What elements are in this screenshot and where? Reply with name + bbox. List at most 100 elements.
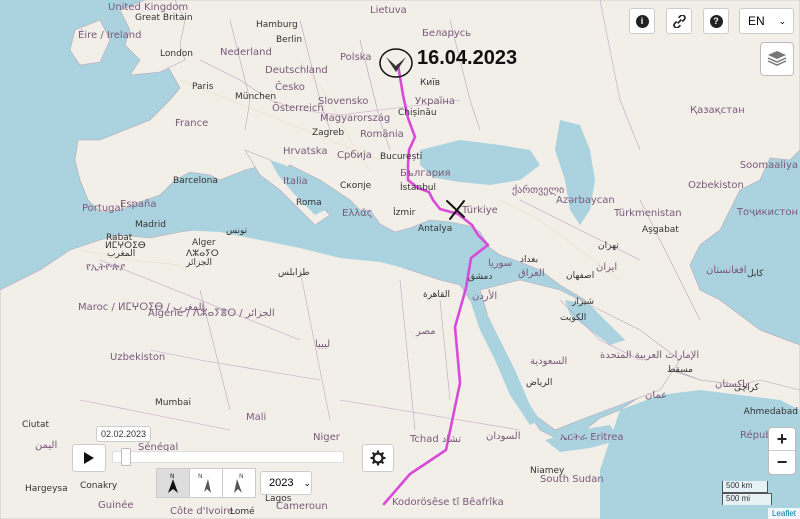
map-label: Cameroun bbox=[276, 501, 328, 512]
timeline-slider-handle[interactable] bbox=[121, 448, 132, 466]
layers-button[interactable] bbox=[760, 42, 794, 76]
question-icon: ? bbox=[709, 14, 723, 28]
map-label: Uzbekiston bbox=[110, 352, 166, 363]
play-button[interactable] bbox=[72, 444, 106, 472]
map-label: Беларусь bbox=[422, 28, 472, 39]
map-label: الأردن bbox=[472, 291, 498, 302]
map-label: Magyarország bbox=[320, 113, 391, 124]
map-label: Algérie / ⴷⵣⴰⵢⴻⵔ / الجزائر bbox=[148, 308, 275, 319]
help-button[interactable]: ? bbox=[703, 8, 729, 34]
info-button[interactable]: i bbox=[629, 8, 655, 34]
map-label: España bbox=[120, 199, 157, 210]
map-label: سوريا bbox=[488, 258, 513, 269]
map-label: London bbox=[160, 49, 193, 59]
map-label: Қазақстан bbox=[690, 105, 745, 116]
north-up-button[interactable]: N bbox=[156, 468, 190, 498]
map-label: Mali bbox=[246, 412, 267, 423]
map-label: Roma bbox=[296, 198, 322, 208]
map-label: اصفهان bbox=[566, 271, 595, 281]
map-label: Conakry bbox=[80, 481, 118, 491]
map-label: Chișinău bbox=[398, 108, 437, 118]
map-label: تهران bbox=[598, 241, 619, 251]
map-label: کابل bbox=[747, 269, 764, 279]
map-label: București bbox=[380, 152, 423, 162]
map-label: شيراز bbox=[572, 297, 595, 307]
map-label: بغداد bbox=[520, 255, 539, 265]
north-arrow-icon: N bbox=[168, 473, 178, 493]
map-label: Slovensko bbox=[318, 96, 369, 107]
map-label: Lietuva bbox=[370, 5, 407, 16]
map-label: България bbox=[400, 168, 451, 179]
map-label: Paris bbox=[192, 82, 214, 92]
map-label: Soomaaliya bbox=[739, 160, 798, 171]
map-label: Polska bbox=[340, 52, 372, 63]
track-arrow-icon: N bbox=[234, 473, 244, 493]
map-label: Österreich bbox=[272, 103, 324, 114]
map-label: الجزائر bbox=[186, 258, 212, 268]
map-label: Madrid bbox=[135, 220, 166, 230]
track-end-date: 16.04.2023 bbox=[417, 47, 518, 69]
map-label: Ozbekiston bbox=[688, 180, 744, 191]
map-label: ایران bbox=[596, 262, 618, 273]
map-label: Hargeysa bbox=[25, 484, 68, 494]
map-label: افغانستان bbox=[706, 265, 747, 276]
map-label: السودان bbox=[486, 431, 521, 442]
zoom-out-button[interactable]: − bbox=[769, 451, 795, 474]
gear-icon bbox=[370, 450, 386, 466]
map-label: România bbox=[360, 129, 404, 140]
map-label: ኤርትራ Eritrea bbox=[560, 432, 624, 443]
track-up-button[interactable]: N bbox=[222, 468, 256, 498]
map-label: Zagreb bbox=[312, 128, 345, 138]
map-label: İstanbul bbox=[400, 183, 437, 193]
north-label-3: N bbox=[239, 473, 244, 480]
map-label: Lomé bbox=[230, 507, 255, 517]
map-label: القاهرة bbox=[423, 290, 450, 300]
link-button[interactable] bbox=[666, 8, 692, 34]
map-label: Guinée bbox=[98, 500, 134, 511]
map-label: الإمارات العربية المتحدة bbox=[600, 350, 700, 361]
map-label: Скопје bbox=[340, 181, 372, 191]
map-label: Tchad تشاد bbox=[410, 434, 462, 445]
map-label: Ciutat bbox=[22, 420, 50, 430]
map-label: Niger bbox=[313, 432, 340, 443]
language-value: EN bbox=[748, 14, 765, 28]
map-label: Portugal bbox=[82, 203, 124, 214]
map-label: Italia bbox=[283, 176, 308, 187]
map-label: Hrvatska bbox=[283, 146, 328, 157]
map-label: Antalya bbox=[418, 224, 453, 234]
map-label: الرياض bbox=[526, 378, 553, 388]
map-label: Česko bbox=[275, 82, 305, 93]
map-label: اليمن bbox=[35, 440, 58, 451]
chevron-down-icon: ⌄ bbox=[778, 15, 787, 26]
year-select[interactable]: 2023 ⌄ bbox=[260, 471, 312, 495]
map-label: Côte d'Ivoire bbox=[170, 506, 234, 517]
north-label-2: N bbox=[198, 473, 203, 480]
north-label-1: N bbox=[170, 473, 175, 480]
map-label: کراچی bbox=[734, 383, 759, 393]
rotate-arrow-icon: N bbox=[198, 473, 211, 493]
map-label: Київ bbox=[420, 78, 441, 88]
settings-button[interactable] bbox=[362, 444, 394, 472]
map-label: Türkiye bbox=[462, 205, 498, 216]
map-label: السعودية bbox=[530, 356, 568, 367]
map-label: Nederland bbox=[220, 47, 272, 58]
language-select[interactable]: EN ⌄ bbox=[739, 8, 794, 34]
map-label: Ahmedabad bbox=[743, 407, 798, 417]
attribution-link[interactable]: Leaflet bbox=[767, 508, 800, 519]
map-label: الكويت bbox=[560, 313, 587, 323]
heading-up-button[interactable]: N bbox=[189, 468, 223, 498]
map-label: طرابلس bbox=[278, 268, 310, 278]
map-label: Barcelona bbox=[173, 176, 218, 186]
map-label: العراق bbox=[518, 268, 545, 279]
timeline-slider[interactable] bbox=[112, 451, 344, 463]
map-label: Azərbaycan bbox=[556, 195, 615, 206]
layers-icon bbox=[767, 51, 787, 66]
info-icon: i bbox=[635, 14, 649, 28]
map-label: Hamburg bbox=[256, 20, 298, 30]
map-label: France bbox=[175, 118, 209, 129]
map-label: المغرب bbox=[107, 249, 136, 259]
play-icon bbox=[84, 452, 94, 464]
map-label: Deutschland bbox=[265, 65, 328, 76]
map-label: İzmir bbox=[393, 208, 416, 218]
zoom-in-button[interactable]: + bbox=[769, 428, 795, 451]
